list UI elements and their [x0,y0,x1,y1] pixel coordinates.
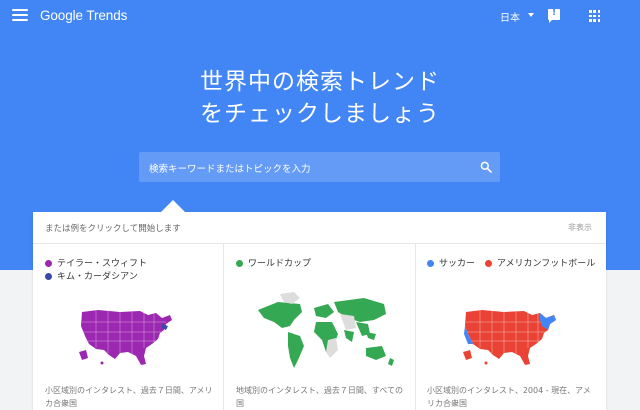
language-selector[interactable]: 日本 [500,9,520,24]
card-caption: 小区域別のインタレスト、過去７日間、アメリカ合衆国 [45,386,213,408]
example-card-soccer-football[interactable]: サッカー アメリカンフットボール 小区域別のインタレスト、2004 - 現在、ア… [415,244,606,410]
google-trends-logo[interactable]: Google Trends [40,8,127,23]
legend-dot [45,272,52,280]
hide-button[interactable]: 非表示 [568,222,592,233]
legend-item: アメリカンフットボール [485,256,595,269]
panel-pointer [161,200,185,212]
legend-item: キム・カーダシアン [45,269,138,282]
examples-panel: または例をクリックして開始します 非表示 テイラー・スウィフト キム・カーダシア… [33,212,606,410]
legend-label: テイラー・スウィフト [57,259,148,269]
legend-item: テイラー・スウィフト [45,256,147,269]
legend-dot [45,259,52,267]
legend-label: アメリカンフットボール [497,259,596,269]
examples-heading: または例をクリックして開始します [45,224,181,234]
legend-dot [485,259,492,267]
headline-line-1: 世界中の検索トレンド [200,69,440,95]
legend-item: ワールドカップ [236,256,311,269]
legend-dot [427,259,434,267]
search-placeholder: 検索キーワードまたはトピックを入力 [149,164,311,175]
world-map-green [258,292,394,368]
hamburger-menu-icon[interactable] [12,9,28,23]
card-caption: 地域別のインタレスト、過去７日間、すべての国 [236,386,403,408]
example-card-world-cup[interactable]: ワールドカップ 地域別のインタレスト、過去７日間、すべての国 [223,244,416,410]
logo-google: Google [40,8,83,23]
card-caption: 小区域別のインタレスト、2004 - 現在、アメリカ合衆国 [427,386,591,408]
legend-label: サッカー [439,259,476,269]
legend-dot [236,259,243,267]
search-input[interactable]: 検索キーワードまたはトピックを入力 [139,152,500,182]
feedback-icon[interactable] [548,8,560,23]
us-map-purple [79,310,172,365]
hero-headline: 世界中の検索トレンド をチェックしましょう [0,66,640,130]
top-bar: Google Trends 日本 [0,0,640,34]
headline-line-2: をチェックしましょう [200,101,440,127]
legend-label: キム・カーダシアン [57,272,138,282]
chevron-down-icon[interactable] [528,13,534,17]
example-card-taylor-kim[interactable]: テイラー・スウィフト キム・カーダシアン 小区域別のインタレスト、過去７日間、ア… [33,244,223,410]
search-icon[interactable] [480,161,492,173]
logo-trends: Trends [86,8,128,23]
legend-label: ワールドカップ [248,259,312,269]
apps-grid-icon[interactable] [589,10,601,22]
us-map-red-blue [463,310,556,365]
legend-item: サッカー [427,256,475,269]
